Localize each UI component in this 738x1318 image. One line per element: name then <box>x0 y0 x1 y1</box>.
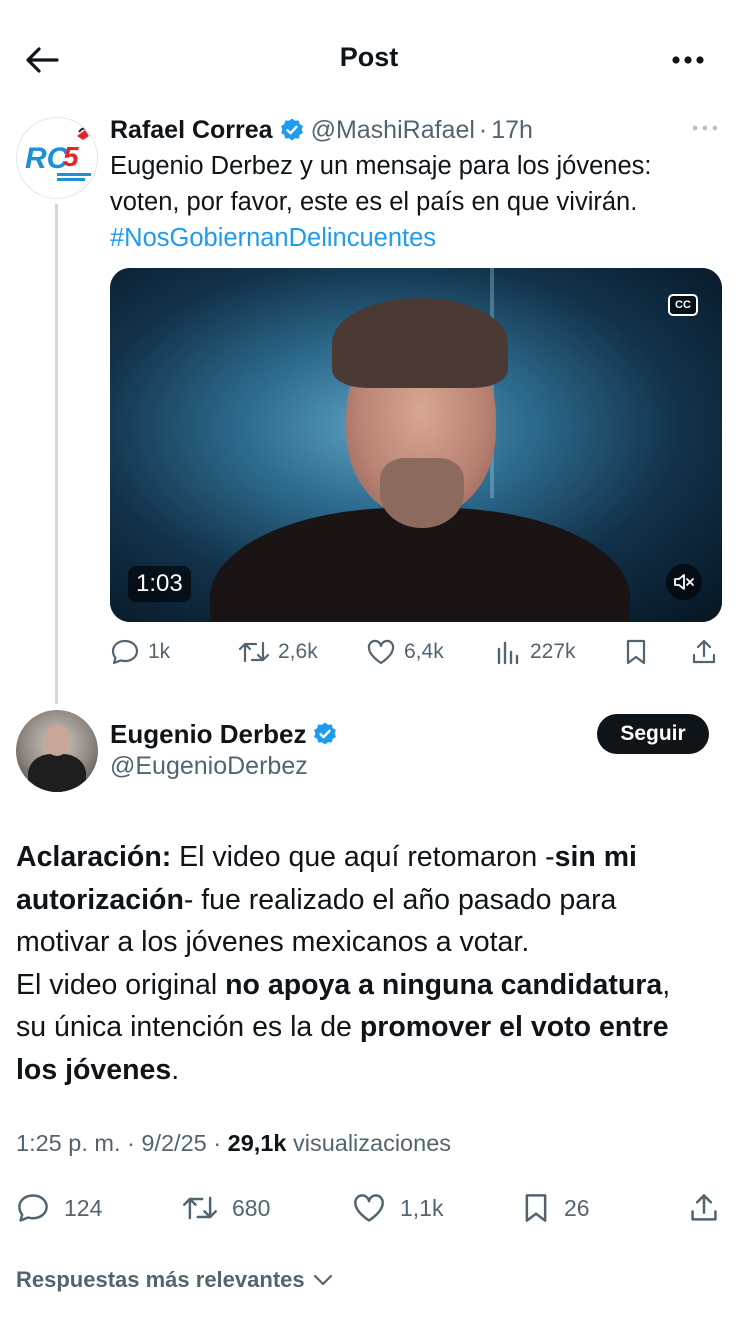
text-line: autorización- fue realizado el año pasad… <box>16 879 726 922</box>
video-person-hair <box>332 298 508 388</box>
parent-author-name[interactable]: Rafael Correa <box>110 116 273 145</box>
svg-text:5: 5 <box>63 141 79 172</box>
verified-badge-icon <box>279 117 305 143</box>
parent-action-bar: 1k 2,6k 6,4k 227k <box>110 634 722 670</box>
closed-captions-button[interactable]: CC <box>668 294 698 316</box>
main-author-avatar[interactable] <box>16 710 98 792</box>
bar-chart-icon <box>497 641 519 665</box>
bookmark-icon <box>525 1194 547 1222</box>
parent-reply-button[interactable]: 1k <box>110 634 170 670</box>
page-title: Post <box>339 42 399 72</box>
mute-button[interactable] <box>666 564 702 600</box>
parent-share-button[interactable] <box>690 634 726 670</box>
heart-icon <box>354 1194 384 1222</box>
repost-icon <box>238 641 270 663</box>
avatar-face <box>44 724 70 756</box>
bookmark-icon <box>626 639 646 665</box>
text-bold: los jóvenes <box>16 1053 172 1086</box>
video-player[interactable]: CC 1:03 <box>110 268 722 622</box>
share-icon <box>691 1194 717 1221</box>
avatar-suit <box>28 754 86 792</box>
main-author-name[interactable]: Eugenio Derbez <box>110 719 306 750</box>
parent-bookmark-button[interactable] <box>624 634 656 670</box>
main-action-bar: 124 680 1,1k 26 <box>16 1188 722 1228</box>
replies-sort-label: Respuestas más relevantes <box>16 1267 305 1292</box>
reply-count: 124 <box>64 1194 103 1221</box>
parent-reply-count: 1k <box>148 640 171 663</box>
repost-icon <box>183 1196 217 1220</box>
text-bold: no apoya a ninguna candidatura <box>225 968 663 1001</box>
more-horizontal-icon <box>692 125 718 131</box>
text-line: motivar a los jóvenes mexicanos a votar. <box>16 926 530 958</box>
parent-like-count: 6,4k <box>404 640 444 663</box>
repost-button[interactable]: 680 <box>182 1188 270 1228</box>
verified-badge-icon <box>312 721 338 747</box>
main-post-text: Aclaración: El video que aquí retomaron … <box>16 836 726 1091</box>
text-line: los jóvenes. <box>16 1049 726 1092</box>
like-button[interactable]: 1,1k <box>352 1188 443 1228</box>
bookmark-button[interactable]: 26 <box>522 1188 590 1228</box>
speaker-muted-icon <box>674 574 694 590</box>
like-count: 1,1k <box>400 1194 444 1221</box>
video-duration: 1:03 <box>128 566 191 602</box>
share-icon <box>692 639 716 664</box>
reply-icon <box>111 639 139 665</box>
replies-sort-dropdown[interactable]: Respuestas más relevantes <box>16 1265 335 1295</box>
post-metadata: 1:25 p. m. · 9/2/25 · 29,1k visualizacio… <box>16 1130 451 1157</box>
more-horizontal-icon <box>672 56 704 64</box>
views-label: visualizaciones <box>292 1130 452 1156</box>
parent-more-button[interactable] <box>690 116 720 140</box>
text-bold: Aclaración: <box>16 841 172 873</box>
post-time: 1:25 p. m. <box>16 1130 121 1156</box>
parent-repost-count: 2,6k <box>278 640 318 663</box>
revolucion-ciudadana-logo: RC 5 <box>25 127 91 181</box>
text-line: El video original no apoya a ninguna can… <box>16 964 726 1007</box>
text-span: , <box>662 968 671 1001</box>
parent-views-count: 227k <box>530 640 576 663</box>
parent-views-button[interactable]: 227k <box>496 634 576 670</box>
separator-dot: · <box>127 1130 142 1156</box>
parent-post-time: 17h <box>491 115 533 144</box>
separator-dot: · <box>478 115 488 144</box>
views-count[interactable]: 29,1k <box>228 1130 287 1156</box>
more-options-button[interactable] <box>668 40 708 80</box>
text-line: Aclaración: El video que aquí retomaron … <box>16 836 726 879</box>
text-bold: sin mi <box>554 841 637 873</box>
text-span: El video original <box>16 968 226 1001</box>
parent-author-avatar[interactable]: RC 5 <box>16 117 98 199</box>
reply-button[interactable]: 124 <box>16 1188 102 1228</box>
separator-dot: · <box>213 1130 228 1156</box>
text-bold: autorización <box>16 883 184 916</box>
heart-icon <box>367 639 395 665</box>
parent-post-header: Rafael Correa @MashiRafael · 17h <box>110 114 533 146</box>
post-date: 9/2/25 <box>141 1130 207 1156</box>
text-span: El video que aquí retomaron - <box>171 841 555 873</box>
parent-like-button[interactable]: 6,4k <box>366 634 444 670</box>
text-bold: promover el voto entre <box>359 1011 669 1043</box>
main-author-handle[interactable]: @EugenioDerbez <box>110 752 308 781</box>
text-span: su única intención es la de <box>16 1011 360 1043</box>
video-person-beard <box>380 458 464 528</box>
main-author-header: Eugenio Derbez <box>110 716 344 752</box>
top-bar: Post <box>0 0 738 110</box>
follow-button[interactable]: Seguir <box>597 714 709 754</box>
bookmark-count: 26 <box>564 1194 590 1221</box>
text-line: su única intención es la de promover el … <box>16 1006 726 1049</box>
hashtag-link[interactable]: #NosGobiernanDelincuentes <box>110 220 720 256</box>
reply-icon <box>18 1194 48 1222</box>
chevron-down-icon <box>313 1274 332 1286</box>
parent-author-handle[interactable]: @MashiRafael <box>311 116 475 145</box>
parent-repost-button[interactable]: 2,6k <box>238 634 318 670</box>
parent-post-text: Eugenio Derbez y un mensaje para los jóv… <box>110 148 720 256</box>
text-span: - fue realizado el año pasado para <box>183 883 617 916</box>
repost-count: 680 <box>232 1194 271 1221</box>
thread-connector-line <box>55 204 58 704</box>
text-span: . <box>171 1053 180 1086</box>
parent-post-body: Eugenio Derbez y un mensaje para los jóv… <box>110 152 652 216</box>
share-button[interactable] <box>688 1188 734 1228</box>
